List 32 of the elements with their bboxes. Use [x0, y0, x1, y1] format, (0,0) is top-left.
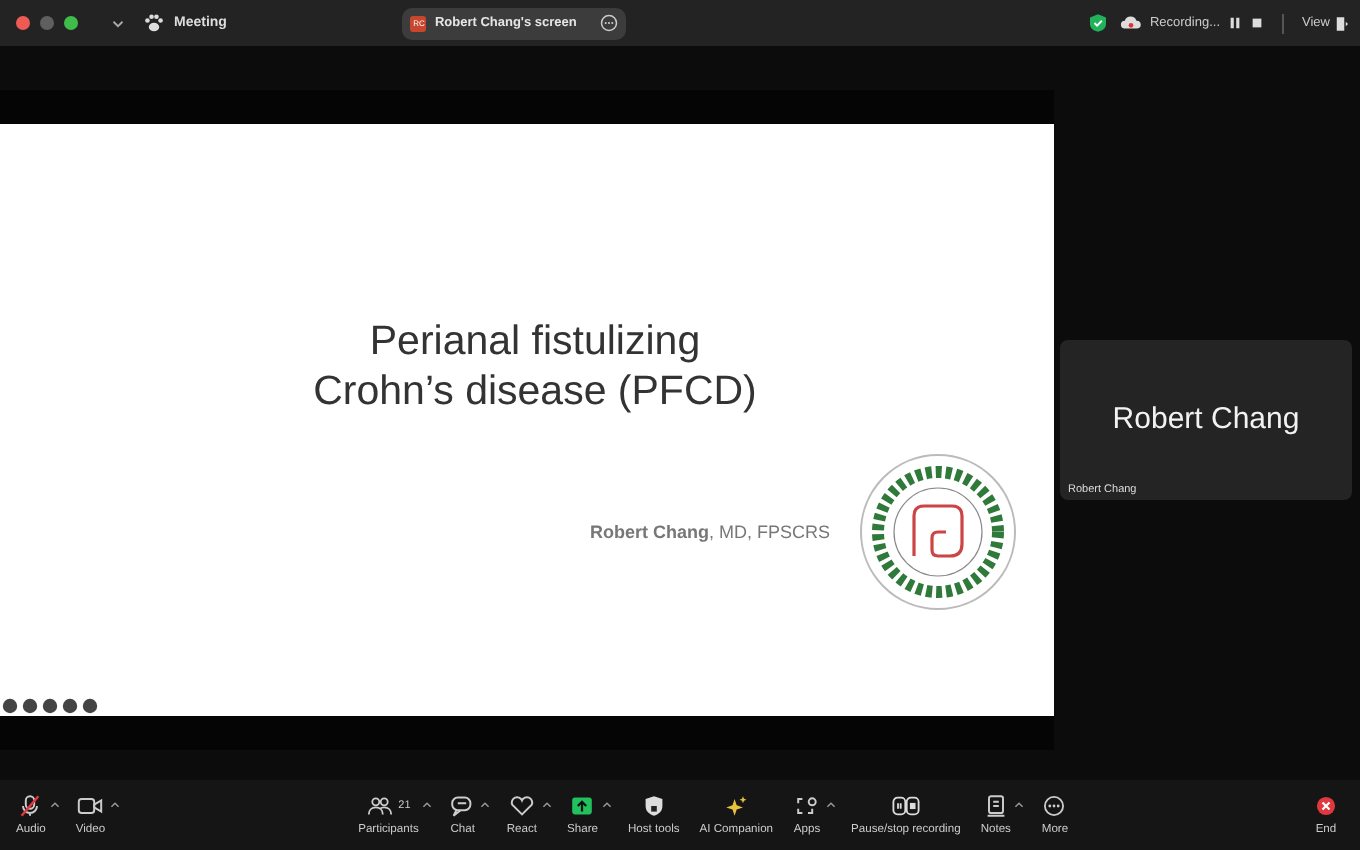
chat-icon — [448, 794, 477, 818]
caret-icon[interactable] — [825, 802, 836, 808]
slide-title: Perianal fistulizing — [369, 316, 701, 366]
view-layout-icon — [1336, 15, 1348, 31]
maximize-window-icon[interactable] — [64, 16, 78, 30]
participant-name: Robert Chang — [1110, 402, 1302, 436]
caret-icon[interactable] — [422, 802, 433, 808]
paw-icon — [144, 14, 164, 32]
caret-icon[interactable] — [49, 802, 60, 808]
apps-icon — [793, 794, 822, 818]
slide-title: Crohn’s disease (PFCD) — [313, 366, 757, 416]
heart-icon — [507, 794, 536, 818]
caret-icon[interactable] — [480, 802, 491, 808]
participants-icon — [366, 794, 395, 818]
chevron-down-icon[interactable] — [112, 19, 124, 27]
sparkle-icon — [722, 794, 751, 818]
security-shield-icon[interactable] — [1089, 14, 1106, 32]
presenter-name: Robert Chang, MD, FPSCRS — [589, 522, 830, 542]
close-window-icon[interactable] — [16, 16, 30, 30]
video-camera-icon — [76, 794, 105, 818]
end-icon — [1311, 794, 1340, 818]
stop-icon[interactable] — [1250, 16, 1265, 30]
pause-icon[interactable] — [1228, 16, 1243, 30]
caret-icon[interactable] — [109, 802, 120, 808]
caret-icon[interactable] — [541, 802, 552, 808]
muted-microphone-icon — [16, 794, 45, 818]
share-icon — [568, 794, 597, 818]
minimize-window-icon[interactable] — [40, 16, 54, 30]
caret-icon[interactable] — [602, 802, 612, 808]
pause-stop-icon — [891, 794, 920, 818]
cloud-recording-icon — [1119, 16, 1142, 30]
caret-icon[interactable] — [1014, 802, 1025, 808]
